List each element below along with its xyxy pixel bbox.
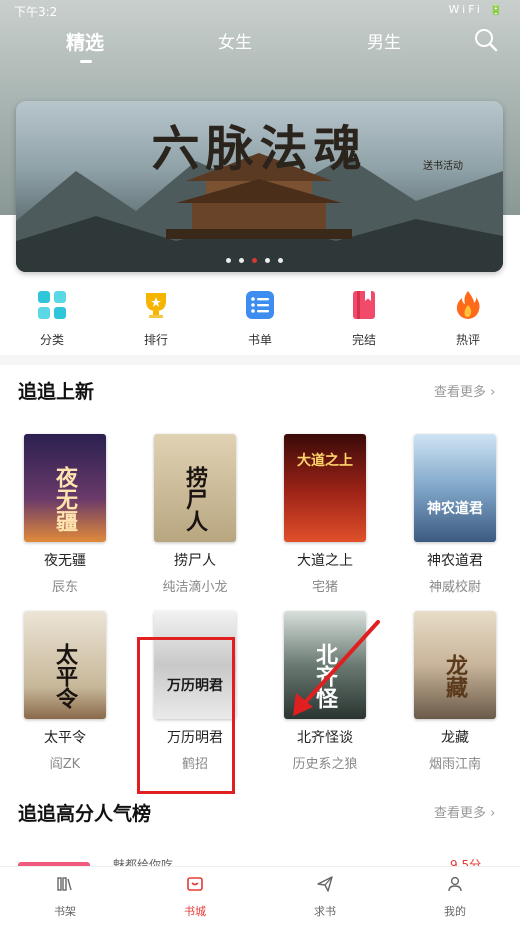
- nav-label: 我的: [444, 905, 466, 918]
- book-title: 神农道君: [427, 553, 483, 569]
- tab-male[interactable]: 男生: [367, 28, 401, 53]
- nav-label: 书架: [54, 905, 76, 918]
- banner-dot[interactable]: [265, 258, 270, 263]
- bottom-nav: 书架 书城 求书 我的: [0, 866, 520, 925]
- book-author: 烟雨江南: [428, 757, 481, 772]
- grid-icon: [36, 289, 68, 321]
- tab-featured[interactable]: 精选: [66, 28, 104, 55]
- book-cover: 大道之上: [284, 434, 366, 542]
- book-card[interactable]: 龙藏 龙藏 烟雨江南: [405, 611, 505, 772]
- book-author: 神威校尉: [428, 580, 481, 595]
- bookshelf-icon: [56, 875, 74, 893]
- book-card[interactable]: 神农道君 神农道君 神威校尉: [405, 434, 505, 595]
- book-card[interactable]: 夜无疆 夜无疆 辰东: [15, 434, 115, 595]
- quick-nav-completed[interactable]: 完结: [329, 285, 399, 348]
- book-card[interactable]: 捞尸人 捞尸人 纯洁滴小龙: [145, 434, 245, 595]
- user-icon: [446, 875, 464, 893]
- book-title: 夜无疆: [44, 553, 86, 569]
- banner-dot[interactable]: [278, 258, 283, 263]
- book-author: 宅猪: [311, 580, 338, 595]
- book-title: 大道之上: [297, 553, 353, 569]
- book-cover: 太平令: [24, 611, 106, 719]
- banner-subtitle: 送书活动: [423, 161, 463, 172]
- annotation-highlight-box: [137, 637, 235, 794]
- active-tab-indicator: [80, 60, 92, 63]
- trophy-icon: [140, 289, 172, 321]
- tab-female[interactable]: 女生: [218, 28, 252, 53]
- banner-dot[interactable]: [239, 258, 244, 263]
- book-card[interactable]: 北齐怪谈 北齐怪谈 历史系之狼: [275, 611, 375, 772]
- book-cover: 捞尸人: [154, 434, 236, 542]
- book-author: 辰东: [51, 580, 78, 595]
- cover-text: 北齐怪谈: [312, 643, 338, 709]
- nav-bookshelf[interactable]: 书架: [25, 875, 105, 919]
- book-title: 太平令: [44, 730, 86, 746]
- banner-dot[interactable]: [226, 258, 231, 263]
- see-more-rank[interactable]: 查看更多 ›: [434, 802, 495, 821]
- book-card[interactable]: 太平令 太平令 阎ZK: [15, 611, 115, 772]
- store-icon: [186, 875, 204, 893]
- banner-dot-active[interactable]: [252, 258, 257, 263]
- nav-label: 书城: [184, 905, 206, 918]
- book-cover: 夜无疆: [24, 434, 106, 542]
- nav-profile[interactable]: 我的: [415, 875, 495, 919]
- book-cover: 龙藏: [414, 611, 496, 719]
- quick-nav-label: 完结: [351, 333, 376, 347]
- book-title: 北齐怪谈: [297, 730, 353, 746]
- quick-nav-ranking[interactable]: 排行: [121, 285, 191, 348]
- quick-nav-hot-reviews[interactable]: 热评: [433, 285, 503, 348]
- quick-nav-label: 分类: [39, 333, 64, 347]
- quick-nav: 分类 排行 书单 完结 热评: [0, 285, 520, 355]
- book-title: 捞尸人: [174, 553, 216, 569]
- book-card[interactable]: 大道之上 大道之上 宅猪: [275, 434, 375, 595]
- section-separator: [0, 355, 520, 365]
- status-time: 下午3:2: [14, 5, 58, 19]
- status-bar: 下午3:2 WiFi 🔋: [0, 0, 520, 22]
- book-author: 阎ZK: [49, 757, 81, 772]
- nav-label: 求书: [314, 905, 336, 918]
- promo-banner[interactable]: 六脉法魂 送书活动: [16, 101, 503, 272]
- book-cover: 神农道君: [414, 434, 496, 542]
- search-icon[interactable]: [474, 28, 498, 52]
- top-tab-bar: 精选 女生 男生: [0, 28, 520, 68]
- list-icon: [244, 289, 276, 321]
- cover-text: 神农道君: [427, 501, 483, 517]
- cover-text: 夜无疆: [52, 466, 78, 532]
- book-author: 纯洁滴小龙: [162, 580, 228, 595]
- quick-nav-label: 热评: [455, 333, 480, 347]
- paper-plane-icon: [316, 875, 334, 893]
- book-icon: [348, 289, 380, 321]
- section-title-new: 追追上新: [18, 381, 95, 403]
- fire-icon: [452, 289, 484, 321]
- book-author: 历史系之狼: [292, 757, 358, 772]
- quick-nav-category[interactable]: 分类: [17, 285, 87, 348]
- cover-text: 龙藏: [442, 654, 468, 698]
- section-title-rank: 追追高分人气榜: [18, 803, 152, 825]
- book-title: 龙藏: [441, 730, 469, 746]
- book-cover: 北齐怪谈: [284, 611, 366, 719]
- quick-nav-label: 排行: [143, 333, 168, 347]
- cover-text: 捞尸人: [182, 466, 208, 532]
- status-icons: WiFi 🔋: [448, 3, 506, 16]
- nav-bookstore[interactable]: 书城: [155, 875, 235, 919]
- see-more-new[interactable]: 查看更多 ›: [434, 381, 495, 400]
- cover-text: 大道之上: [297, 453, 353, 469]
- cover-text: 太平令: [52, 643, 78, 709]
- quick-nav-booklist[interactable]: 书单: [225, 285, 295, 348]
- quick-nav-label: 书单: [247, 333, 272, 347]
- nav-request-book[interactable]: 求书: [285, 875, 365, 919]
